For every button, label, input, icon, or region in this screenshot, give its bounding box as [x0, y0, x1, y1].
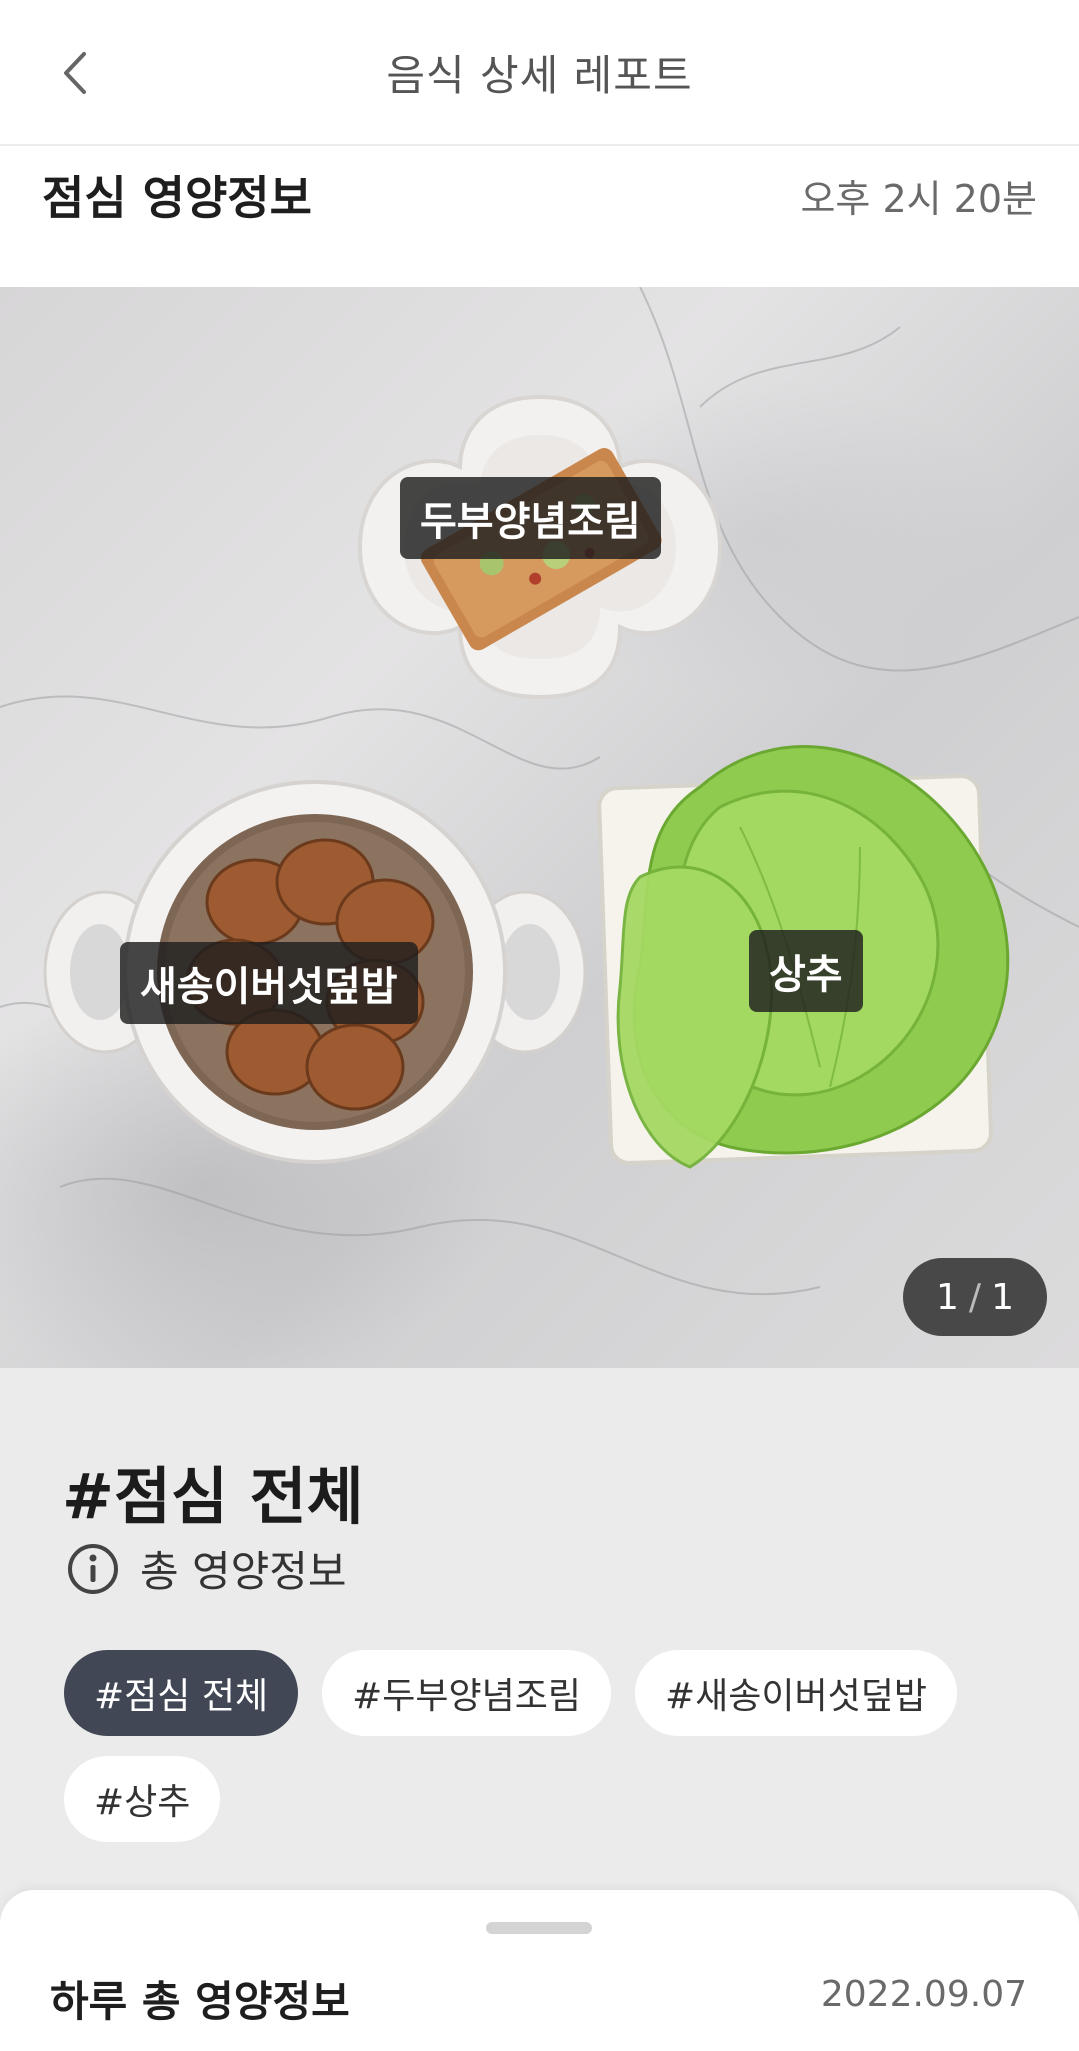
- section-title: #점심 전체: [62, 1460, 364, 1533]
- meal-title: 점심 영양정보: [42, 171, 312, 225]
- sheet-date: 2022.09.07: [820, 1974, 1027, 2015]
- food-label-tofu[interactable]: 두부양념조림: [400, 477, 661, 559]
- pager-total: 1: [991, 1276, 1014, 1318]
- total-nutrition-link[interactable]: 총 영양정보: [66, 1538, 347, 1599]
- food-label-mushroom-rice[interactable]: 새송이버섯덮밥: [120, 942, 418, 1024]
- food-label-lettuce[interactable]: 상추: [749, 930, 863, 1012]
- daily-nutrition-sheet[interactable]: 하루 총 영양정보 2022.09.07: [0, 1890, 1079, 2051]
- chip-tofu[interactable]: #두부양념조림: [322, 1650, 611, 1736]
- food-chip-list: #점심 전체 #두부양념조림 #새송이버섯덮밥 #상추: [64, 1650, 1024, 1862]
- chip-lettuce[interactable]: #상추: [64, 1756, 221, 1842]
- sheet-title: 하루 총 영양정보: [50, 1977, 350, 2026]
- page-title: 음식 상세 레포트: [386, 51, 693, 100]
- photo-pager: 1 / 1: [903, 1258, 1047, 1336]
- meal-photo[interactable]: 두부양념조림 새송이버섯덮밥 상추 1 / 1: [0, 287, 1079, 1368]
- pager-current: 1: [936, 1276, 959, 1318]
- total-nutrition-label: 총 영양정보: [140, 1547, 347, 1596]
- chip-mushroom-rice[interactable]: #새송이버섯덮밥: [634, 1650, 957, 1736]
- top-app-bar: 음식 상세 레포트: [0, 0, 1079, 146]
- sheet-drag-handle[interactable]: [486, 1922, 592, 1934]
- info-circle-icon: [68, 1543, 118, 1594]
- meal-header: 점심 영양정보 오후 2시 20분: [0, 148, 1079, 286]
- meal-time: 오후 2시 20분: [800, 177, 1037, 221]
- pager-separator: /: [968, 1276, 982, 1318]
- meal-photo-illustration: [0, 287, 1079, 1296]
- chip-lunch-all[interactable]: #점심 전체: [64, 1650, 299, 1736]
